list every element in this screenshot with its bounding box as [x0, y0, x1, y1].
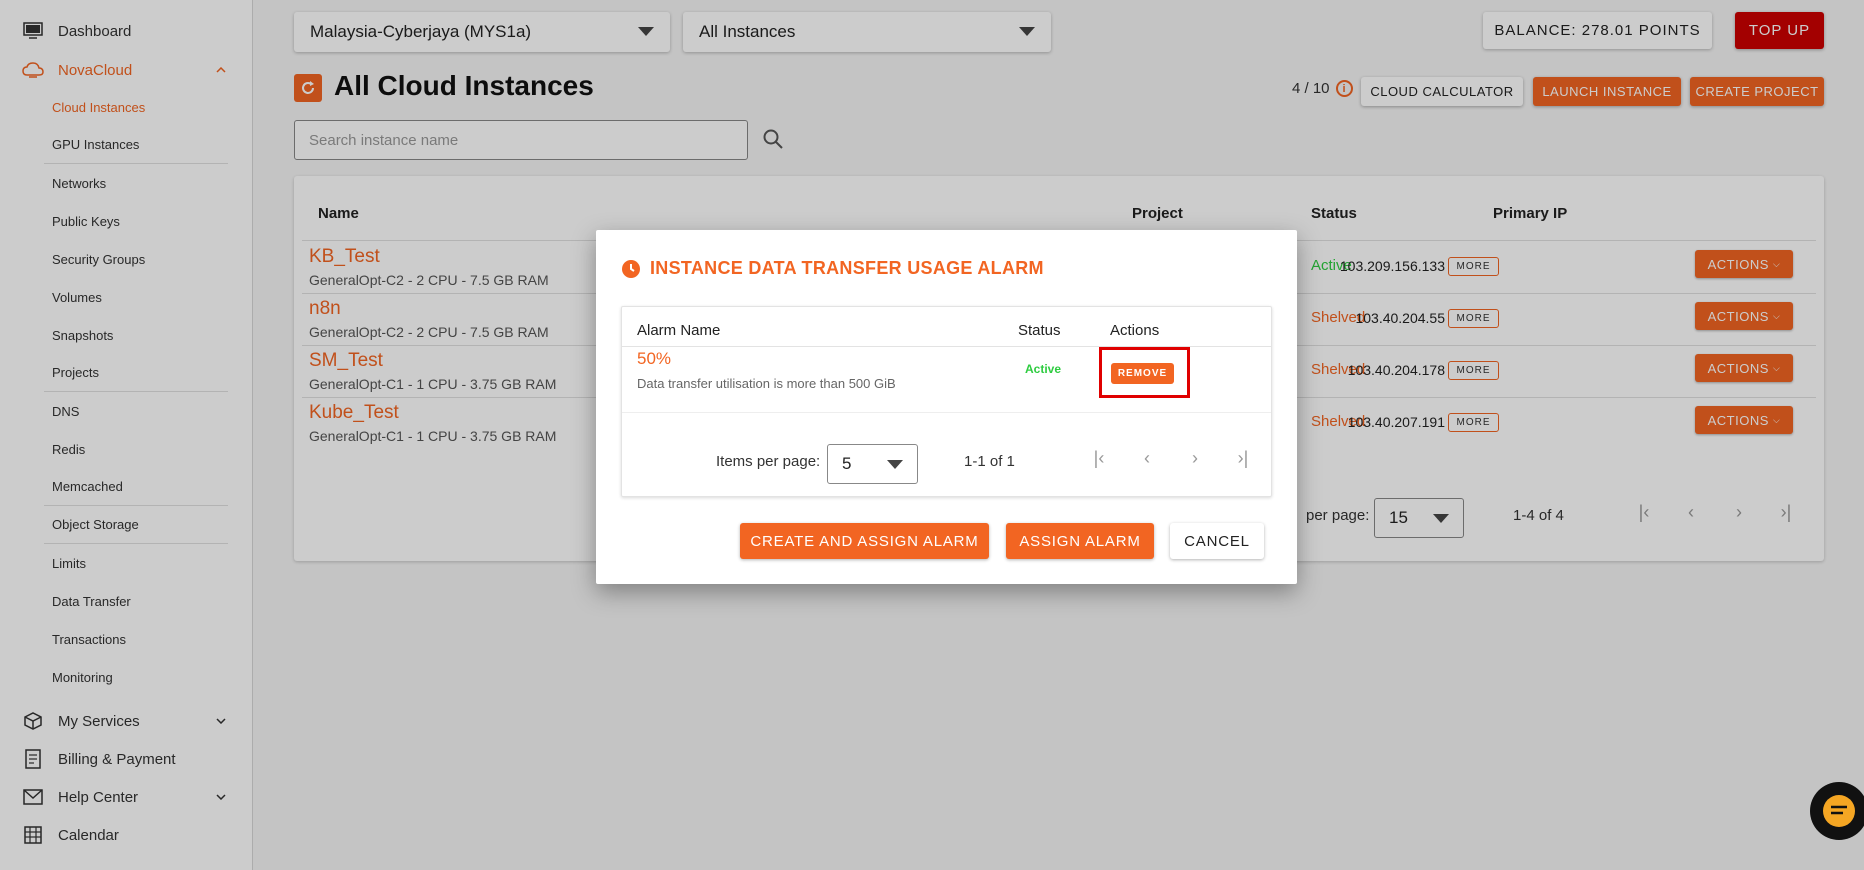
prev-page-icon[interactable]: ‹ [1137, 448, 1157, 468]
alarm-modal: INSTANCE DATA TRANSFER USAGE ALARM Alarm… [596, 230, 1297, 584]
column-header-alarm-name: Alarm Name [637, 322, 721, 339]
clock-icon [622, 259, 640, 278]
assign-alarm-button[interactable]: ASSIGN ALARM [1006, 523, 1154, 559]
pagination-range: 1-1 of 1 [964, 453, 1015, 470]
modal-title: INSTANCE DATA TRANSFER USAGE ALARM [622, 258, 1044, 279]
items-per-page-label: Items per page: [716, 453, 821, 470]
remove-alarm-button[interactable]: REMOVE [1111, 363, 1174, 384]
chat-support-button[interactable] [1810, 782, 1864, 840]
last-page-icon[interactable]: ›| [1233, 448, 1253, 468]
cancel-button[interactable]: CANCEL [1170, 523, 1264, 559]
next-page-icon[interactable]: › [1185, 448, 1205, 468]
first-page-icon[interactable]: |‹ [1089, 448, 1109, 468]
alarm-description: Data transfer utilisation is more than 5… [637, 376, 896, 391]
alarm-table: Alarm Name Status Actions 50% Data trans… [621, 306, 1272, 497]
divider [622, 412, 1271, 413]
alarm-name: 50% [637, 349, 672, 368]
caret-down-icon [887, 460, 903, 469]
alarm-status-badge: Active [1025, 362, 1062, 376]
create-and-assign-alarm-button[interactable]: CREATE AND ASSIGN ALARM [740, 523, 989, 559]
column-header-status: Status [1018, 322, 1061, 339]
chat-icon [1823, 795, 1855, 827]
column-header-actions: Actions [1110, 322, 1160, 339]
items-per-page-select[interactable]: 5 [827, 444, 918, 484]
